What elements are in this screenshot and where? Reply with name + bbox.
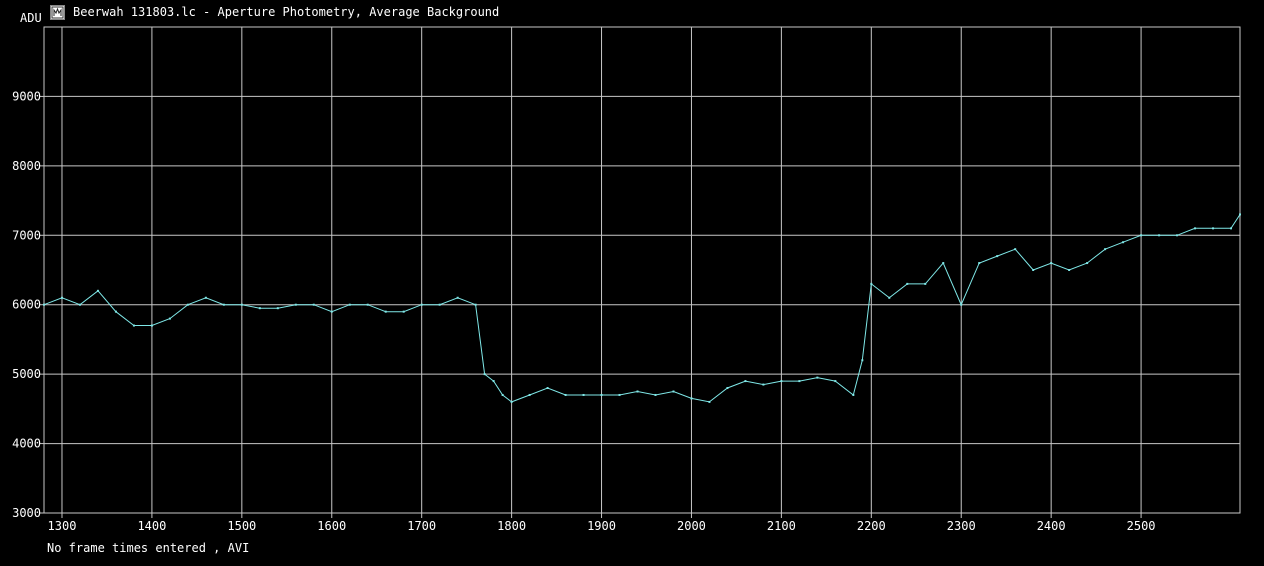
data-point [1230, 227, 1233, 230]
x-tick-label: 1900 [587, 519, 616, 533]
y-tick-label: 4000 [12, 437, 41, 451]
data-point [834, 380, 837, 383]
data-point [501, 393, 504, 396]
data-point [582, 393, 585, 396]
data-point [276, 307, 279, 310]
data-point [132, 324, 135, 327]
data-point [1212, 227, 1215, 230]
data-point [240, 303, 243, 306]
data-point [168, 317, 171, 320]
x-tick-label: 1800 [497, 519, 526, 533]
data-point [636, 390, 639, 393]
x-axis-ticks: 1300 1400 1500 1600 1700 1800 1900 2000 2100 2200… [48, 519, 1156, 533]
data-point [906, 282, 909, 285]
data-point [780, 380, 783, 383]
y-tick-label: 8000 [12, 159, 41, 173]
data-point [528, 393, 531, 396]
data-point [924, 282, 927, 285]
data-point [43, 303, 45, 306]
data-point [420, 303, 423, 306]
data-point [564, 393, 567, 396]
data-point [510, 400, 513, 403]
data-point [762, 383, 765, 386]
data-point [150, 324, 153, 327]
data-point [1158, 234, 1161, 237]
data-point [114, 310, 117, 313]
x-tick-label: 2000 [677, 519, 706, 533]
data-point [492, 380, 495, 383]
data-point [438, 303, 441, 306]
data-point [1104, 248, 1107, 251]
x-tick-label: 1500 [227, 519, 256, 533]
data-point [1239, 213, 1241, 216]
data-point [348, 303, 351, 306]
data-point [708, 400, 711, 403]
data-point [1122, 241, 1125, 244]
data-point [870, 282, 873, 285]
data-point [456, 296, 459, 299]
y-tick-label: 6000 [12, 298, 41, 312]
x-tick-label: 2300 [947, 519, 976, 533]
data-point [474, 303, 477, 306]
data-point [204, 296, 207, 299]
data-point [888, 296, 891, 299]
x-tick-label: 2100 [767, 519, 796, 533]
data-point [654, 393, 657, 396]
data-point [942, 262, 945, 265]
data-point [222, 303, 225, 306]
data-point [1176, 234, 1179, 237]
data-point [798, 380, 801, 383]
data-point [1014, 248, 1017, 251]
data-point [600, 393, 603, 396]
data-point [852, 393, 855, 396]
data-point [366, 303, 369, 306]
x-tick-label: 1300 [48, 519, 77, 533]
data-point [483, 373, 486, 376]
data-point [861, 359, 864, 362]
x-tick-label: 2500 [1127, 519, 1156, 533]
data-point [60, 296, 63, 299]
data-point [1068, 269, 1071, 271]
lightcurve-chart: 3000 4000 5000 6000 7000 8000 9000 1300 1400 150… [12, 11, 1241, 533]
data-point [258, 307, 261, 310]
data-point [312, 303, 315, 306]
data-point [1050, 262, 1053, 265]
data-point [816, 376, 819, 379]
data-point [744, 380, 747, 383]
data-point [1194, 227, 1197, 230]
data-point [330, 310, 333, 313]
y-tick-label: 5000 [12, 367, 41, 381]
data-point [546, 387, 549, 390]
data-point [690, 397, 693, 400]
chart-grid [39, 27, 1240, 518]
data-point [78, 303, 81, 306]
y-axis-label: ADU [20, 11, 42, 25]
data-point [978, 262, 981, 265]
data-point [294, 303, 297, 306]
x-tick-label: 1400 [137, 519, 166, 533]
data-point [726, 387, 729, 390]
x-tick-label: 1600 [317, 519, 346, 533]
y-axis-ticks: 3000 4000 5000 6000 7000 8000 9000 [12, 89, 41, 520]
data-point [996, 255, 999, 258]
x-tick-label: 1700 [407, 519, 436, 533]
data-point [1140, 234, 1143, 237]
plot-frame [43, 26, 1241, 514]
x-tick-label: 2400 [1037, 519, 1066, 533]
y-tick-label: 9000 [12, 89, 41, 103]
data-point [672, 390, 675, 393]
status-footer: No frame times entered , AVI [47, 541, 250, 555]
data-point [384, 310, 387, 313]
data-point [186, 303, 189, 306]
data-point [402, 310, 405, 313]
data-point [960, 303, 963, 306]
data-point [618, 393, 621, 396]
y-tick-label: 7000 [12, 228, 41, 242]
data-point [1032, 269, 1035, 271]
y-tick-label: 3000 [12, 506, 41, 520]
data-point [1086, 262, 1089, 265]
x-tick-label: 2200 [857, 519, 886, 533]
data-point [96, 289, 99, 292]
